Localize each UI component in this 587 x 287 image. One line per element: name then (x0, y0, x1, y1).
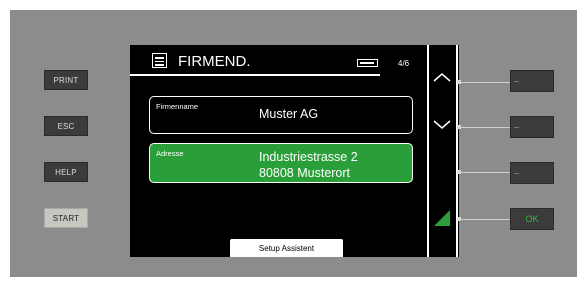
company-name-value: Muster AG (259, 106, 318, 122)
esc-button[interactable]: ESC (44, 116, 88, 136)
company-name-value-line1: Muster AG (259, 107, 319, 121)
list-icon[interactable] (152, 53, 167, 68)
chevron-down-icon[interactable] (432, 120, 452, 130)
screen-title: FIRMEND. (178, 53, 251, 70)
address-value: Industriestrasse 2 80808 Musterort (259, 149, 358, 181)
page-indicator: 4/6 (398, 59, 410, 68)
start-button[interactable]: START (44, 208, 88, 228)
sidebar-divider-right (456, 45, 458, 257)
display-screen: FIRMEND. 4/6 Firmenname Muster AG Adress… (130, 45, 427, 257)
print-button[interactable]: PRINT (44, 70, 88, 90)
setup-assistant-tab[interactable]: Setup Assistent (230, 239, 343, 257)
sidebar-divider-left (427, 45, 429, 257)
leader-line (459, 219, 510, 220)
softkey-mark (514, 173, 519, 174)
softkey-mark (514, 127, 519, 128)
softkey-mark (514, 81, 519, 82)
address-field[interactable]: Adresse Industriestrasse 2 80808 Mustero… (149, 143, 413, 183)
chevron-up-icon[interactable] (432, 72, 452, 82)
company-name-field[interactable]: Firmenname Muster AG (149, 96, 413, 134)
help-button[interactable]: HELP (44, 162, 88, 182)
softkey-sidebar (427, 45, 461, 257)
address-value-line1: Industriestrasse 2 (259, 150, 358, 164)
leader-line (459, 82, 510, 83)
header-divider (130, 74, 380, 76)
address-value-line2: 80808 Musterort (259, 166, 351, 180)
leader-line (459, 127, 510, 128)
softkey-1-button[interactable] (510, 70, 554, 92)
address-label: Adresse (156, 149, 184, 158)
softkey-3-button[interactable] (510, 162, 554, 184)
ok-button[interactable]: OK (510, 208, 554, 230)
company-name-label: Firmenname (156, 102, 199, 111)
softkey-2-button[interactable] (510, 116, 554, 138)
leader-line (459, 172, 510, 173)
battery-icon (357, 59, 378, 67)
confirm-triangle-icon[interactable] (432, 209, 452, 227)
